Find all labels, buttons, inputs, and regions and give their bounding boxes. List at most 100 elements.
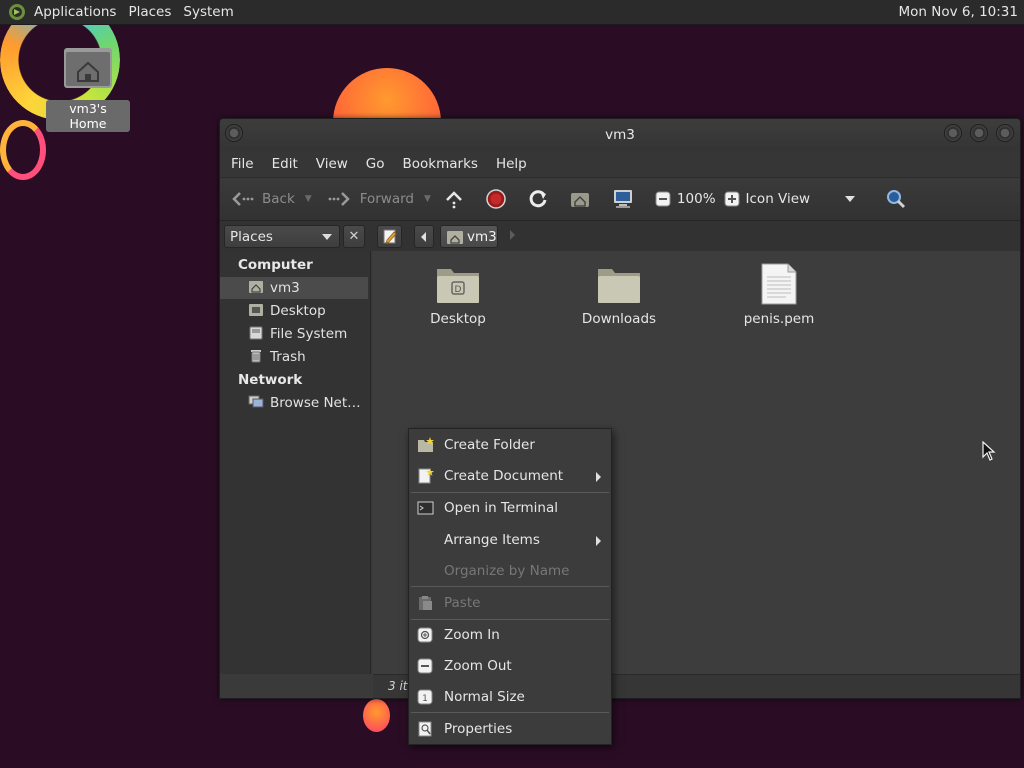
top-panel: Applications Places System Mon Nov 6, 10… [0,0,1024,25]
file-item-label: penis.pem [743,311,815,327]
up-button[interactable] [443,189,473,209]
menu-item-create-document[interactable]: Create Document [409,463,611,489]
paste-icon [419,596,432,610]
menu-help[interactable]: Help [487,156,536,172]
network-icon [248,395,264,408]
close-sidebar-button[interactable]: ✕ [343,225,365,248]
zoom-in-icon [724,191,740,207]
location-bar: Places ✕ vm3 [220,221,1020,251]
zoom-out-icon [655,191,671,207]
folder-desktop-icon: D [437,269,479,303]
wallpaper-small-ring [0,120,46,180]
back-button[interactable]: Back ▼ [230,190,312,208]
folder-icon [598,269,640,303]
file-item-label: Downloads [581,311,657,327]
desktop-icon-home[interactable]: vm3's Home [46,44,130,132]
breadcrumb-scroll-left[interactable] [414,225,434,248]
forward-button[interactable]: Forward ▼ [328,190,431,208]
chevron-down-icon [322,234,332,240]
toggle-location-entry-button[interactable] [377,225,402,248]
menu-go[interactable]: Go [357,156,394,172]
reload-button[interactable] [527,188,557,210]
panel-menu-applications[interactable]: Applications [34,4,124,20]
maximize-button[interactable] [970,124,988,142]
back-history-icon[interactable]: ▼ [305,194,312,204]
sidebar-item-label: File System [270,326,348,342]
home-button[interactable] [569,189,599,209]
zoom-level: 100% [676,191,716,207]
menu-separator [411,492,609,493]
folder-new-icon [418,437,434,452]
sidebar-item-file-system[interactable]: File System [220,323,368,345]
sidebar-item-label: Browse Net… [270,395,361,411]
file-item-penis-pem[interactable]: penis.pem [729,263,829,327]
stop-button[interactable] [485,188,515,210]
up-arrow-icon [446,191,462,209]
breadcrumb-vm3[interactable]: vm3 [440,225,498,248]
home-folder-icon [249,281,263,293]
zoom-in-toolbar-button[interactable]: Icon View [724,191,811,207]
menu-item-label: Paste [444,595,481,611]
toolbar: Back ▼ Forward ▼ 100% Icon View [220,177,1020,221]
menu-item-organize-by-name: Organize by Name [409,558,611,584]
titlebar[interactable]: vm3 [220,119,1020,151]
menu-edit[interactable]: Edit [263,156,307,172]
forward-label: Forward [359,191,414,207]
computer-button[interactable] [611,188,643,210]
drive-icon [249,326,263,340]
menu-item-label: Open in Terminal [444,500,558,516]
zoom-out-icon [417,658,433,674]
sidebar-type-combo[interactable]: Places [224,225,340,248]
properties-icon [418,721,432,737]
home-folder-icon [447,231,463,244]
panel-clock[interactable]: Mon Nov 6, 10:31 [899,4,1018,20]
file-item-downloads[interactable]: Downloads [569,263,669,327]
menu-item-paste: Paste [409,590,611,616]
menu-item-label: Properties [444,721,513,737]
search-icon [887,190,906,209]
panel-menu-places[interactable]: Places [128,4,179,20]
view-mode-label: Icon View [745,191,811,207]
menu-separator [411,619,609,620]
distro-logo-icon[interactable] [8,3,26,21]
menu-file[interactable]: File [222,156,263,172]
menu-item-zoom-out[interactable]: Zoom Out [409,653,611,679]
menu-item-arrange-items[interactable]: Arrange Items [409,527,611,553]
places-sidebar: Computer vm3 Desktop File System Trash N… [220,251,371,674]
menu-bookmarks[interactable]: Bookmarks [394,156,487,172]
svg-text:1: 1 [422,694,428,704]
menu-item-normal-size[interactable]: 1 Normal Size [409,684,611,710]
file-manager-window: vm3 File Edit View Go Bookmarks Help Bac… [219,118,1021,699]
menu-item-create-folder[interactable]: Create Folder [409,432,611,458]
submenu-arrow-icon [596,472,601,482]
menu-item-properties[interactable]: Properties [409,716,611,742]
sidebar-item-desktop[interactable]: Desktop [220,300,368,322]
search-button[interactable] [884,188,916,210]
document-new-icon [418,468,434,484]
file-item-desktop[interactable]: D Desktop [408,263,508,327]
menu-view[interactable]: View [307,156,357,172]
sidebar-item-browse-network[interactable]: Browse Net… [220,392,368,414]
menu-item-label: Create Document [444,468,564,484]
view-mode-dropdown[interactable] [844,194,864,204]
minimize-button[interactable] [944,124,962,142]
menu-item-label: Normal Size [444,689,525,705]
menu-item-label: Zoom In [444,627,500,643]
desktop-folder-icon [249,304,263,316]
sidebar-item-vm3[interactable]: vm3 [220,277,368,299]
sidebar-item-label: vm3 [270,280,300,296]
close-icon: ✕ [348,229,360,244]
zoom-out-toolbar-button[interactable]: 100% [655,191,716,207]
menu-item-zoom-in[interactable]: Zoom In [409,622,611,648]
forward-history-icon[interactable]: ▼ [424,194,431,204]
menu-item-open-in-terminal[interactable]: Open in Terminal [409,495,611,521]
menu-item-label: Zoom Out [444,658,512,674]
breadcrumb-scroll-right[interactable] [510,230,515,240]
sidebar-item-trash[interactable]: Trash [220,346,368,368]
menu-item-label: Arrange Items [444,532,540,548]
svg-text:D: D [455,285,462,295]
terminal-icon [417,501,434,515]
panel-menu-system[interactable]: System [183,4,241,20]
chevron-down-icon [845,196,856,202]
close-button[interactable] [996,124,1014,142]
